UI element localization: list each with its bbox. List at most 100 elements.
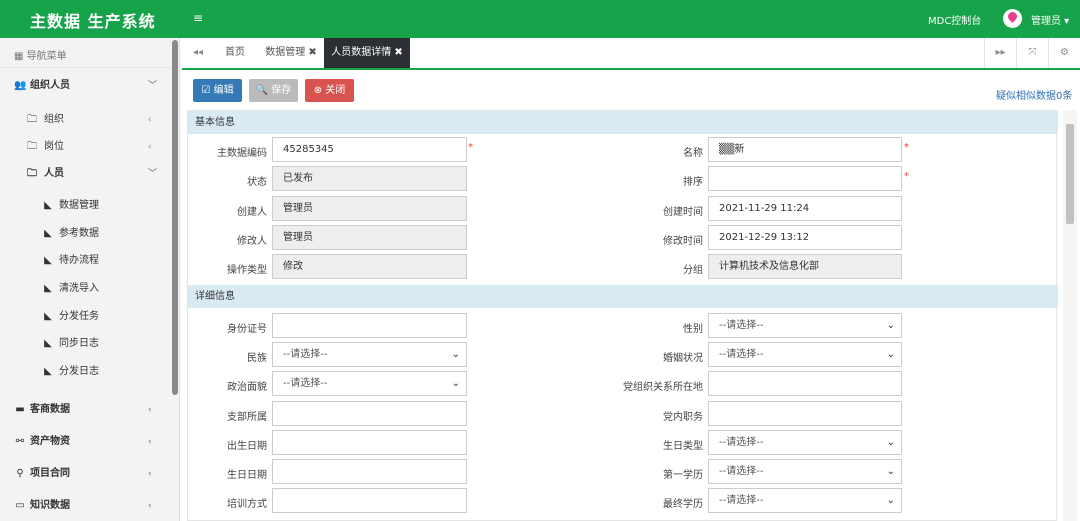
select-value: --请选择-- xyxy=(283,349,328,360)
tab-data-management[interactable]: 数据管理 ✖ xyxy=(258,38,324,68)
close-button[interactable]: ⊗ 关闭 xyxy=(305,79,354,102)
training-field[interactable] xyxy=(272,488,467,513)
first-education-select[interactable]: --请选择-- ⌄ xyxy=(708,459,902,484)
share-icon: ⚯ xyxy=(15,436,25,447)
chevron-down-icon: ⌄ xyxy=(886,437,895,448)
leaf-icon: ◣ xyxy=(44,366,52,377)
tab-scroll-right-icon[interactable]: ▸▸ xyxy=(984,38,1016,68)
nav-label: 客商数据 xyxy=(30,404,70,415)
gender-select[interactable]: --请选择-- ⌄ xyxy=(708,313,902,338)
nav-label: 参考数据 xyxy=(59,228,99,239)
id-number-label: 身份证号 xyxy=(227,324,267,335)
nav-projects[interactable]: ⚲ 项目合同 ‹ xyxy=(0,462,170,486)
location-pin-icon[interactable] xyxy=(1003,9,1022,28)
menu-toggle-icon[interactable]: ≡ xyxy=(193,11,203,25)
modifier-field: 管理员 xyxy=(272,225,467,250)
party-duty-field[interactable] xyxy=(708,401,902,426)
chevron-down-icon: ⌄ xyxy=(451,378,460,389)
person-detail-form: 基本信息 主数据编码 45285345 * 名称 ▒▒新 * 状态 已发布 排序… xyxy=(187,110,1058,521)
user-menu[interactable]: 管理员 ▾ xyxy=(1031,12,1069,27)
name-field[interactable]: ▒▒新 xyxy=(708,137,902,162)
nav-knowledge[interactable]: ▭ 知识数据 ‹ xyxy=(0,494,170,518)
order-label: 排序 xyxy=(683,177,703,188)
leaf-icon: ◣ xyxy=(44,311,52,322)
nav-position[interactable]: 🗀 岗位 ‹ xyxy=(0,135,170,159)
code-field[interactable]: 45285345 xyxy=(272,137,467,162)
edit-button[interactable]: ☑ 编辑 xyxy=(193,79,242,102)
nav-people[interactable]: 🗀 人员 ﹀ xyxy=(0,162,170,186)
users-icon: 👥 xyxy=(14,80,27,91)
modified-time-field[interactable]: 2021-12-29 13:12 xyxy=(708,225,902,250)
nav-sync-log[interactable]: ◣ 同步日志 xyxy=(0,332,170,356)
app-title: 主数据 生产系统 xyxy=(30,12,156,31)
nav-label: 组织 xyxy=(44,114,64,125)
birth-date-label: 出生日期 xyxy=(227,441,267,452)
nav-reference-data[interactable]: ◣ 参考数据 xyxy=(0,222,170,246)
sidebar-title: 导航菜单 xyxy=(26,51,67,62)
nav-org[interactable]: 🗀 组织 ‹ xyxy=(0,108,170,132)
nav-label: 岗位 xyxy=(44,141,64,152)
form-scrollbar[interactable] xyxy=(1063,110,1077,521)
nav-org-people[interactable]: 👥 组织人员 ﹀ xyxy=(0,74,170,98)
political-select[interactable]: --请选择-- ⌄ xyxy=(272,371,467,396)
fullscreen-icon[interactable]: ⤧ xyxy=(1016,38,1048,68)
nav-customer-data[interactable]: ▬ 客商数据 ‹ xyxy=(0,398,170,422)
select-value: --请选择-- xyxy=(719,466,764,477)
modified-time-label: 修改时间 xyxy=(663,236,703,247)
group-field: 计算机技术及信息化部 xyxy=(708,254,902,279)
mdc-console-link[interactable]: MDC控制台 xyxy=(928,12,981,27)
party-duty-label: 党内职务 xyxy=(663,412,703,423)
nav-data-mgmt[interactable]: ◣ 数据管理 xyxy=(0,194,170,218)
sidebar-header: ▦ 导航菜单 xyxy=(0,38,172,68)
nav-label: 人员 xyxy=(44,168,64,179)
branch-field[interactable] xyxy=(272,401,467,426)
order-field[interactable] xyxy=(708,166,902,191)
gender-label: 性别 xyxy=(683,324,703,335)
required-mark: * xyxy=(904,171,909,182)
section-basic-info: 基本信息 xyxy=(188,111,1058,134)
chevron-down-icon: ⌄ xyxy=(886,495,895,506)
nav-todo-flow[interactable]: ◣ 待办流程 xyxy=(0,249,170,273)
nav-label: 数据管理 xyxy=(59,200,99,211)
tab-bar: ◂◂ 首页 数据管理 ✖ 人员数据详情 ✖ ▸▸ ⤧ ⚙ xyxy=(182,38,1080,70)
tab-home[interactable]: 首页 xyxy=(214,38,256,68)
modifier-label: 修改人 xyxy=(237,236,267,247)
book-icon: ▭ xyxy=(15,500,25,511)
birthday-type-label: 生日类型 xyxy=(663,441,703,452)
birthday-type-select[interactable]: --请选择-- ⌄ xyxy=(708,430,902,455)
birthday-field[interactable] xyxy=(272,459,467,484)
nav-assets[interactable]: ⚯ 资产物资 ‹ xyxy=(0,430,170,454)
chevron-left-icon: ‹ xyxy=(148,501,152,511)
sidebar-scrollbar[interactable] xyxy=(172,40,178,395)
final-education-select[interactable]: --请选择-- ⌄ xyxy=(708,488,902,513)
chevron-down-icon: ⌄ xyxy=(886,466,895,477)
gear-icon[interactable]: ⚙ xyxy=(1048,38,1080,68)
chevron-down-icon: ﹀ xyxy=(148,169,158,179)
leaf-icon: ◣ xyxy=(44,228,52,239)
nav-clean-import[interactable]: ◣ 清洗导入 xyxy=(0,277,170,301)
save-button[interactable]: 🔍 保存 xyxy=(249,79,298,102)
nav-label: 资产物资 xyxy=(30,436,70,447)
created-time-field[interactable]: 2021-11-29 11:24 xyxy=(708,196,902,221)
tab-person-detail[interactable]: 人员数据详情 ✖ xyxy=(324,38,410,68)
group-label: 分组 xyxy=(683,265,703,276)
top-bar: 主数据 生产系统 ≡ MDC控制台 管理员 ▾ xyxy=(0,0,1080,38)
party-org-label: 党组织关系所在地 xyxy=(623,382,703,393)
nav-label: 待办流程 xyxy=(59,255,99,266)
similar-data-link[interactable]: 疑似相似数据0条 xyxy=(996,87,1072,102)
id-number-field[interactable] xyxy=(272,313,467,338)
grid-icon: ▦ xyxy=(14,51,27,62)
operation-type-field: 修改 xyxy=(272,254,467,279)
leaf-icon: ◣ xyxy=(44,200,52,211)
required-mark: * xyxy=(904,142,909,153)
tab-scroll-left-icon[interactable]: ◂◂ xyxy=(182,38,214,68)
chevron-left-icon: ‹ xyxy=(148,405,152,415)
code-label: 主数据编码 xyxy=(217,148,267,159)
marital-select[interactable]: --请选择-- ⌄ xyxy=(708,342,902,367)
nav-dispatch-task[interactable]: ◣ 分发任务 xyxy=(0,305,170,329)
chevron-down-icon: ⌄ xyxy=(451,349,460,360)
party-org-field[interactable] xyxy=(708,371,902,396)
ethnic-select[interactable]: --请选择-- ⌄ xyxy=(272,342,467,367)
birth-date-field[interactable] xyxy=(272,430,467,455)
nav-dispatch-log[interactable]: ◣ 分发日志 xyxy=(0,360,170,384)
